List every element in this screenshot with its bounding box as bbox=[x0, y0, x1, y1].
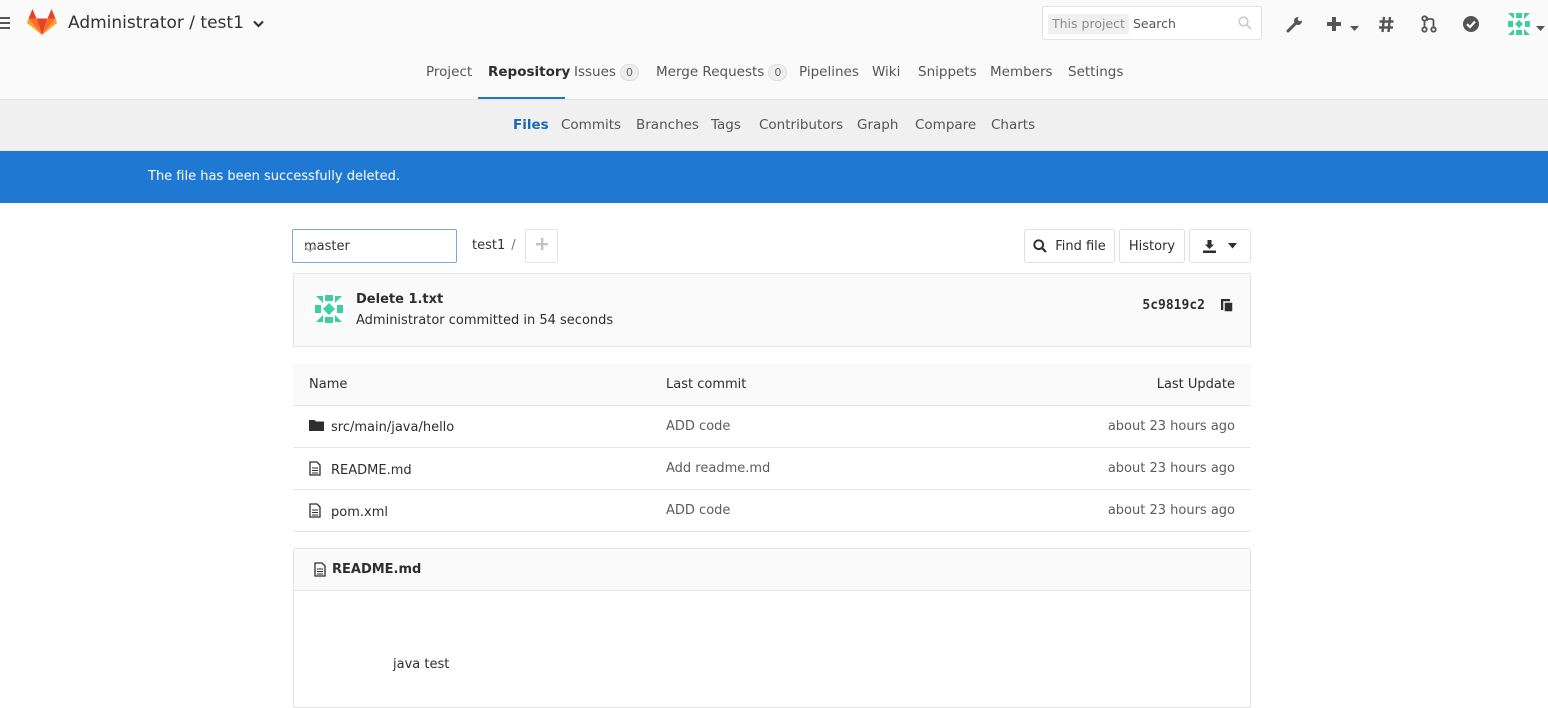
table-header: Name Last commit Last Update bbox=[293, 364, 1251, 406]
tree-item-name[interactable]: README.md bbox=[331, 463, 412, 478]
caret-down-icon[interactable] bbox=[1350, 21, 1359, 36]
folder-icon bbox=[309, 419, 324, 435]
todo-check-icon[interactable] bbox=[1460, 13, 1482, 35]
wrench-icon[interactable] bbox=[1284, 13, 1306, 35]
chevron-down-icon bbox=[304, 242, 446, 257]
project-nav: Project Repository Issues 0 Merge Request… bbox=[0, 48, 1548, 100]
top-navbar: Administrator / test1 This project Searc… bbox=[0, 0, 1548, 48]
commit-sha[interactable]: 5c9819c2 bbox=[1142, 298, 1205, 313]
subtab-branches[interactable]: Branches bbox=[636, 117, 699, 133]
history-label: History bbox=[1128, 238, 1176, 254]
tab-issues-label: Issues bbox=[574, 64, 616, 80]
commit-author-avatar[interactable] bbox=[311, 291, 347, 331]
subtab-charts[interactable]: Charts bbox=[991, 117, 1035, 133]
commit-title[interactable]: Delete 1.txt bbox=[356, 292, 443, 307]
readme-header-label: README.md bbox=[314, 562, 421, 577]
table-row[interactable]: pom.xml ADD code about 23 hours ago bbox=[293, 490, 1251, 532]
tab-merge-requests[interactable]: Merge Requests 0 bbox=[656, 64, 788, 81]
subtab-tags[interactable]: Tags bbox=[711, 117, 741, 133]
column-header-last-commit: Last commit bbox=[666, 377, 747, 392]
tab-repository[interactable]: Repository bbox=[488, 64, 570, 80]
project-title-text: Administrator / test1 bbox=[68, 13, 244, 33]
flash-notice: The file has been successfully deleted. bbox=[0, 151, 1548, 203]
tab-issues[interactable]: Issues 0 bbox=[574, 64, 639, 81]
tree-item-name[interactable]: src/main/java/hello bbox=[331, 420, 454, 435]
flash-message: The file has been successfully deleted. bbox=[148, 169, 401, 184]
file-icon bbox=[309, 461, 324, 480]
tab-members[interactable]: Members bbox=[990, 64, 1053, 80]
download-dropdown-button[interactable] bbox=[1189, 229, 1251, 263]
history-button[interactable]: History bbox=[1119, 229, 1185, 263]
subtab-files[interactable]: Files bbox=[513, 117, 549, 133]
tab-project[interactable]: Project bbox=[426, 64, 472, 80]
column-header-last-update: Last Update bbox=[1156, 377, 1235, 392]
breadcrumb: test1 / bbox=[472, 238, 516, 253]
merge-request-icon[interactable] bbox=[1418, 13, 1440, 35]
download-icon bbox=[1203, 239, 1216, 253]
search-box[interactable]: This project Search bbox=[1042, 6, 1262, 40]
readme-panel: README.md java test bbox=[293, 548, 1251, 708]
tree-item-name-cell: README.md bbox=[309, 461, 412, 480]
tree-item-commit[interactable]: ADD code bbox=[666, 503, 730, 518]
table-row[interactable]: src/main/java/hello ADD code about 23 ho… bbox=[293, 406, 1251, 448]
table-row[interactable]: README.md Add readme.md about 23 hours a… bbox=[293, 448, 1251, 490]
user-avatar[interactable] bbox=[1505, 10, 1533, 42]
tree-item-name-cell: src/main/java/hello bbox=[309, 419, 454, 435]
hash-icon[interactable] bbox=[1375, 13, 1397, 35]
tree-item-name-cell: pom.xml bbox=[309, 503, 388, 522]
breadcrumb-separator: / bbox=[511, 238, 516, 253]
subtab-graph[interactable]: Graph bbox=[857, 117, 898, 133]
tree-item-updated: about 23 hours ago bbox=[1107, 503, 1235, 518]
gitlab-logo-icon[interactable] bbox=[27, 9, 57, 40]
project-title[interactable]: Administrator / test1 bbox=[68, 13, 265, 33]
find-file-button[interactable]: Find file bbox=[1024, 229, 1115, 263]
search-icon bbox=[1238, 16, 1252, 34]
file-tree-table: Name Last commit Last Update src/main/ja… bbox=[293, 364, 1251, 532]
file-icon bbox=[314, 562, 326, 577]
tab-snippets[interactable]: Snippets bbox=[918, 64, 977, 80]
search-input[interactable]: Search bbox=[1133, 16, 1176, 31]
subtab-contributors[interactable]: Contributors bbox=[759, 117, 843, 133]
file-icon bbox=[309, 503, 324, 522]
last-commit-panel: Delete 1.txt Administrator committed in … bbox=[293, 273, 1251, 347]
active-tab-indicator bbox=[478, 97, 565, 99]
menu-icon[interactable] bbox=[0, 17, 10, 31]
caret-down-icon[interactable] bbox=[1536, 21, 1545, 36]
branch-select[interactable]: master bbox=[292, 229, 457, 263]
clipboard-icon[interactable] bbox=[1220, 298, 1234, 317]
commit-meta: Administrator committed in 54 seconds bbox=[356, 313, 614, 328]
breadcrumb-root[interactable]: test1 bbox=[472, 238, 505, 253]
column-header-name: Name bbox=[309, 377, 348, 392]
readme-header: README.md bbox=[294, 549, 1250, 591]
plus-icon[interactable] bbox=[1323, 13, 1345, 35]
plus-icon bbox=[535, 238, 548, 254]
add-file-button[interactable] bbox=[525, 229, 558, 263]
tab-pipelines[interactable]: Pipelines bbox=[799, 64, 859, 80]
tree-item-commit[interactable]: ADD code bbox=[666, 419, 730, 434]
tab-merge-requests-label: Merge Requests bbox=[656, 64, 765, 80]
merge-requests-count-badge: 0 bbox=[768, 64, 788, 81]
repository-subnav: Files Commits Branches Tags Contributors… bbox=[0, 100, 1548, 151]
find-file-label: Find file bbox=[1055, 238, 1106, 254]
caret-down-icon bbox=[1228, 243, 1237, 249]
search-scope-badge[interactable]: This project bbox=[1048, 14, 1129, 34]
tree-item-updated: about 23 hours ago bbox=[1107, 461, 1235, 476]
chevron-down-icon bbox=[253, 13, 265, 33]
search-icon bbox=[1033, 239, 1047, 253]
tree-item-commit[interactable]: Add readme.md bbox=[666, 461, 770, 476]
tree-item-updated: about 23 hours ago bbox=[1107, 419, 1235, 434]
tab-settings[interactable]: Settings bbox=[1068, 64, 1123, 80]
subtab-commits[interactable]: Commits bbox=[561, 117, 621, 133]
readme-content: java test bbox=[393, 657, 450, 672]
subtab-compare[interactable]: Compare bbox=[915, 117, 976, 133]
tree-item-name[interactable]: pom.xml bbox=[331, 505, 388, 520]
issues-count-badge: 0 bbox=[619, 64, 639, 81]
readme-filename[interactable]: README.md bbox=[332, 562, 421, 577]
tab-wiki[interactable]: Wiki bbox=[872, 64, 900, 80]
